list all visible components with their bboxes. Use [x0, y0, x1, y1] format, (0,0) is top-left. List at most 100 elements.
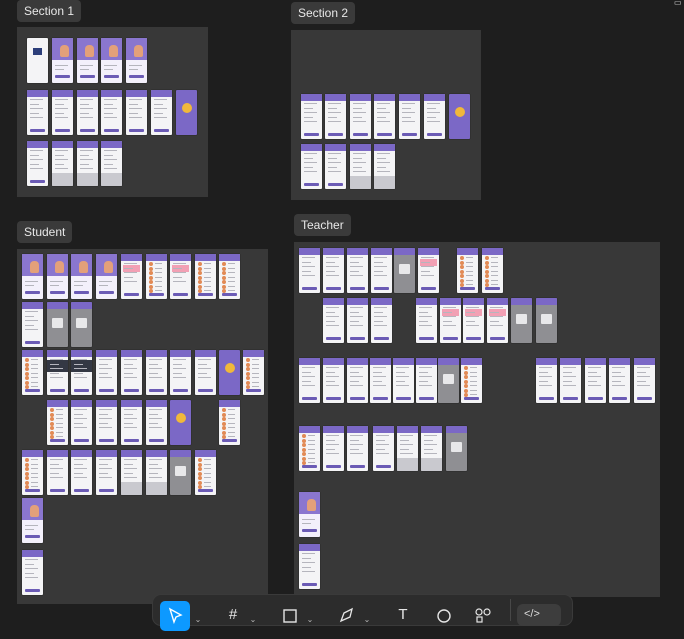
- screen-thumbnail[interactable]: [487, 298, 508, 343]
- screen-thumbnail[interactable]: [585, 358, 606, 403]
- screen-thumbnail[interactable]: [421, 426, 442, 471]
- screen-thumbnail[interactable]: [101, 90, 122, 135]
- screen-thumbnail[interactable]: [77, 141, 98, 186]
- frame-tool-button[interactable]: #: [221, 603, 245, 627]
- move-tool-caret-icon[interactable]: ⌄: [193, 608, 203, 632]
- screen-thumbnail[interactable]: [440, 298, 461, 343]
- screen-thumbnail[interactable]: [52, 90, 73, 135]
- screen-thumbnail[interactable]: [301, 94, 322, 139]
- screen-thumbnail[interactable]: [347, 248, 368, 293]
- screen-thumbnail[interactable]: [96, 350, 117, 395]
- screen-thumbnail[interactable]: [170, 350, 191, 395]
- screen-thumbnail[interactable]: [146, 450, 167, 495]
- screen-thumbnail[interactable]: [371, 248, 392, 293]
- screen-thumbnail[interactable]: [536, 358, 557, 403]
- screen-thumbnail[interactable]: [350, 144, 371, 189]
- screen-thumbnail[interactable]: [299, 248, 320, 293]
- screen-thumbnail[interactable]: [394, 248, 415, 293]
- screen-thumbnail[interactable]: [449, 94, 470, 139]
- screen-thumbnail[interactable]: [52, 141, 73, 186]
- screen-thumbnail[interactable]: [96, 400, 117, 445]
- screen-thumbnail[interactable]: [350, 94, 371, 139]
- screen-thumbnail[interactable]: [27, 38, 48, 83]
- screen-thumbnail[interactable]: [482, 248, 503, 293]
- screen-thumbnail[interactable]: [47, 350, 68, 395]
- screen-thumbnail[interactable]: [609, 358, 630, 403]
- screen-thumbnail[interactable]: [146, 254, 167, 299]
- shape-tool-caret-icon[interactable]: ⌄: [305, 608, 315, 632]
- screen-thumbnail[interactable]: [121, 350, 142, 395]
- screen-thumbnail[interactable]: [323, 426, 344, 471]
- screen-thumbnail[interactable]: [22, 254, 43, 299]
- screen-thumbnail[interactable]: [560, 358, 581, 403]
- screen-thumbnail[interactable]: [438, 358, 459, 403]
- screen-thumbnail[interactable]: [47, 450, 68, 495]
- screen-thumbnail[interactable]: [219, 400, 240, 445]
- screen-thumbnail[interactable]: [77, 90, 98, 135]
- screen-thumbnail[interactable]: [47, 254, 68, 299]
- section-label-teacher[interactable]: Teacher: [294, 214, 351, 236]
- screen-thumbnail[interactable]: [22, 450, 43, 495]
- screen-thumbnail[interactable]: [47, 400, 68, 445]
- screen-thumbnail[interactable]: [371, 298, 392, 343]
- screen-thumbnail[interactable]: [47, 302, 68, 347]
- actions-tool-button[interactable]: [471, 603, 495, 627]
- screen-thumbnail[interactable]: [325, 94, 346, 139]
- screen-thumbnail[interactable]: [370, 358, 391, 403]
- screen-thumbnail[interactable]: [71, 450, 92, 495]
- screen-thumbnail[interactable]: [52, 38, 73, 83]
- screen-thumbnail[interactable]: [446, 426, 467, 471]
- screen-thumbnail[interactable]: [195, 350, 216, 395]
- frame-tool-caret-icon[interactable]: ⌄: [248, 608, 258, 632]
- comment-tool-button[interactable]: [432, 603, 456, 627]
- screen-thumbnail[interactable]: [374, 94, 395, 139]
- screen-thumbnail[interactable]: [325, 144, 346, 189]
- screen-thumbnail[interactable]: [424, 94, 445, 139]
- screen-thumbnail[interactable]: [170, 254, 191, 299]
- screen-thumbnail[interactable]: [416, 298, 437, 343]
- section-label-section-1[interactable]: Section 1: [17, 0, 82, 22]
- screen-thumbnail[interactable]: [299, 358, 320, 403]
- screen-thumbnail[interactable]: [393, 358, 414, 403]
- screen-thumbnail[interactable]: [151, 90, 172, 135]
- screen-thumbnail[interactable]: [22, 550, 43, 595]
- section-frame-teacher[interactable]: [294, 242, 660, 597]
- screen-thumbnail[interactable]: [77, 38, 98, 83]
- screen-thumbnail[interactable]: [126, 90, 147, 135]
- screen-thumbnail[interactable]: [299, 426, 320, 471]
- screen-thumbnail[interactable]: [121, 254, 142, 299]
- screen-thumbnail[interactable]: [101, 38, 122, 83]
- screen-thumbnail[interactable]: [347, 426, 368, 471]
- screen-thumbnail[interactable]: [170, 400, 191, 445]
- pen-tool-button[interactable]: [335, 603, 359, 627]
- screen-thumbnail[interactable]: [146, 400, 167, 445]
- screen-thumbnail[interactable]: [301, 144, 322, 189]
- screen-thumbnail[interactable]: [416, 358, 437, 403]
- screen-thumbnail[interactable]: [71, 302, 92, 347]
- screen-thumbnail[interactable]: [96, 254, 117, 299]
- screen-thumbnail[interactable]: [323, 298, 344, 343]
- dev-mode-toggle[interactable]: </>: [517, 604, 561, 626]
- screen-thumbnail[interactable]: [126, 38, 147, 83]
- screen-thumbnail[interactable]: [299, 492, 320, 537]
- screen-thumbnail[interactable]: [299, 544, 320, 589]
- pen-tool-caret-icon[interactable]: ⌄: [362, 608, 372, 632]
- screen-thumbnail[interactable]: [219, 350, 240, 395]
- screen-thumbnail[interactable]: [418, 248, 439, 293]
- screen-thumbnail[interactable]: [374, 144, 395, 189]
- screen-thumbnail[interactable]: [323, 358, 344, 403]
- screen-thumbnail[interactable]: [22, 350, 43, 395]
- screen-thumbnail[interactable]: [176, 90, 197, 135]
- screen-thumbnail[interactable]: [634, 358, 655, 403]
- screen-thumbnail[interactable]: [146, 350, 167, 395]
- screen-thumbnail[interactable]: [219, 254, 240, 299]
- screen-thumbnail[interactable]: [463, 298, 484, 343]
- screen-thumbnail[interactable]: [71, 400, 92, 445]
- text-tool-button[interactable]: T: [391, 603, 415, 627]
- screen-thumbnail[interactable]: [373, 426, 394, 471]
- screen-thumbnail[interactable]: [511, 298, 532, 343]
- screen-thumbnail[interactable]: [71, 350, 92, 395]
- screen-thumbnail[interactable]: [323, 248, 344, 293]
- screen-thumbnail[interactable]: [101, 141, 122, 186]
- screen-thumbnail[interactable]: [536, 298, 557, 343]
